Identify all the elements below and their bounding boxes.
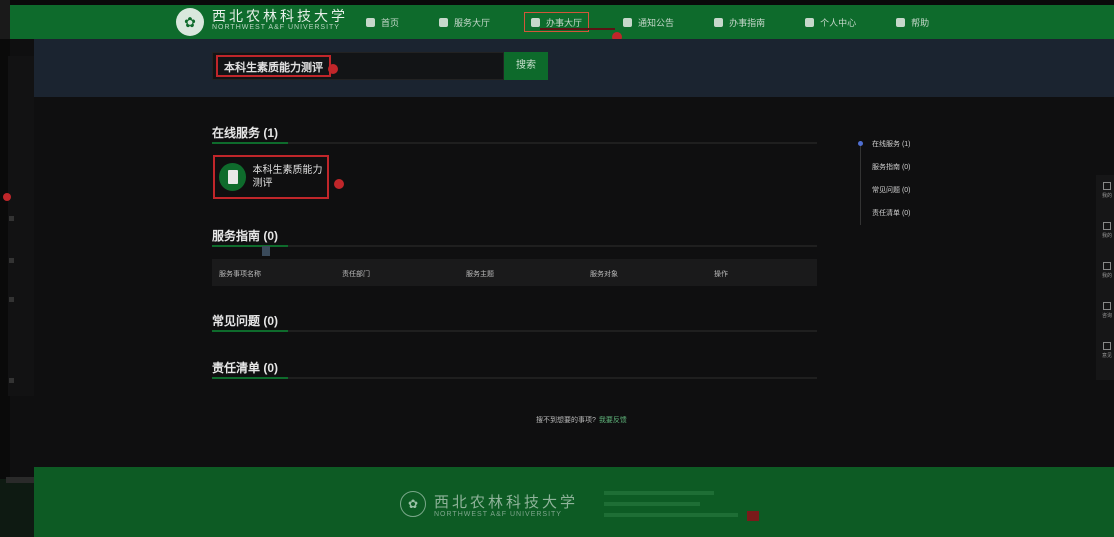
left-panel-dot xyxy=(9,258,14,263)
right-tool-label: 我的 xyxy=(1101,193,1112,199)
left-panel-dot xyxy=(9,297,14,302)
doc-icon xyxy=(531,17,541,27)
footer-info-line xyxy=(604,502,700,506)
right-tool-label: 咨询 xyxy=(1101,313,1112,319)
help-icon xyxy=(896,17,906,27)
nav-label: 办事大厅 xyxy=(546,17,583,28)
nav-help[interactable]: 帮助 xyxy=(890,12,935,32)
column-header: 操作 xyxy=(714,271,728,278)
nav-label: 办事指南 xyxy=(729,17,766,28)
nav-label: 服务大厅 xyxy=(454,17,491,28)
search-query[interactable]: 本科生素质能力测评 xyxy=(216,55,331,77)
nav-notices[interactable]: 通知公告 xyxy=(617,12,680,32)
left-panel-dot xyxy=(9,216,14,221)
police-badge-icon xyxy=(747,511,759,521)
column-header: 服务事项名称 xyxy=(219,271,261,278)
annotation-marker xyxy=(3,193,11,201)
left-side-panel xyxy=(8,56,34,396)
cursor-icon xyxy=(262,246,270,256)
toc-rail xyxy=(860,141,861,225)
section-faq: 常见问题 (0) xyxy=(212,312,817,332)
grid-icon xyxy=(439,17,449,27)
toc-item-guide[interactable]: 服务指南 (0) xyxy=(872,162,911,172)
footer-info-line xyxy=(604,513,738,517)
section-title: 常见问题 (0) xyxy=(212,314,279,328)
footer-left-strip xyxy=(0,479,34,537)
left-panel-dot xyxy=(9,378,14,383)
section-divider xyxy=(212,142,817,144)
section-title: 在线服务 (1) xyxy=(212,126,279,140)
toc-item-duty[interactable]: 责任清单 (0) xyxy=(872,208,911,218)
right-tool-label: 我的 xyxy=(1101,233,1112,239)
section-title: 责任清单 (0) xyxy=(212,361,279,375)
nav-label: 首页 xyxy=(381,17,400,28)
nav-service-hall[interactable]: 服务大厅 xyxy=(433,12,496,32)
column-header: 服务主题 xyxy=(466,271,494,278)
annotation-marker xyxy=(334,179,344,189)
book-icon xyxy=(714,17,724,27)
nav-label: 帮助 xyxy=(911,17,930,28)
star-icon xyxy=(1103,262,1111,270)
right-tool-item[interactable]: 我的 xyxy=(1100,262,1114,279)
right-tool-item[interactable]: 咨询 xyxy=(1100,302,1114,319)
list-icon xyxy=(1103,222,1111,230)
search-banner xyxy=(34,39,1114,97)
footer-left-bar xyxy=(6,477,34,483)
right-tool-item[interactable]: 我的 xyxy=(1100,222,1114,239)
column-header: 责任部门 xyxy=(342,271,370,278)
section-title: 服务指南 (0) xyxy=(212,229,279,243)
feedback-text: 搜不到想要的事项? xyxy=(536,417,596,424)
service-card[interactable]: 本科生素质能力测评 xyxy=(213,155,329,199)
bell-icon xyxy=(1103,182,1111,190)
search-button[interactable]: 搜索 xyxy=(504,52,548,80)
column-header: 服务对象 xyxy=(590,271,618,278)
home-icon xyxy=(366,17,375,27)
university-logo-icon[interactable]: ✿ xyxy=(176,8,204,36)
feedback-line: 搜不到想要的事项? 我要反馈 xyxy=(536,415,627,425)
user-icon xyxy=(805,17,815,27)
section-service-guide: 服务指南 (0) xyxy=(212,227,817,247)
section-duty-list: 责任清单 (0) xyxy=(212,359,817,379)
footer-university-name: 西北农林科技大学 xyxy=(434,493,579,511)
section-divider xyxy=(212,330,817,332)
nav-label: 个人中心 xyxy=(820,17,857,28)
nav-personal[interactable]: 个人中心 xyxy=(799,12,862,32)
footer-logo-icon: ✿ xyxy=(400,491,426,517)
section-divider xyxy=(212,377,817,379)
section-online-services: 在线服务 (1) xyxy=(212,124,817,144)
right-tool-item[interactable]: 我的 xyxy=(1100,182,1114,199)
right-tool-item[interactable]: 意见 xyxy=(1100,342,1114,359)
bell-icon xyxy=(623,17,633,27)
document-icon xyxy=(219,163,247,191)
annotation-underline xyxy=(540,28,615,30)
right-tool-label: 意见 xyxy=(1101,353,1112,359)
section-divider xyxy=(212,245,817,247)
nav-home[interactable]: 首页 xyxy=(360,12,405,32)
chat-icon xyxy=(1103,302,1111,310)
footer-university-name-en: NORTHWEST A&F UNIVERSITY xyxy=(434,511,562,518)
nav-guide[interactable]: 办事指南 xyxy=(708,12,771,32)
annotation-marker xyxy=(328,64,338,74)
top-left-strip xyxy=(0,0,10,39)
right-tool-label: 我的 xyxy=(1101,273,1112,279)
university-name-en: NORTHWEST A&F UNIVERSITY xyxy=(212,24,340,31)
service-card-label: 本科生素质能力测评 xyxy=(252,165,323,189)
table-header: 服务事项名称 责任部门 服务主题 服务对象 操作 xyxy=(212,259,817,286)
toc-item-online[interactable]: 在线服务 (1) xyxy=(872,139,911,149)
main-nav: 首页 服务大厅 办事大厅 通知公告 办事指南 个人中心 帮助 xyxy=(360,12,935,32)
nav-label: 通知公告 xyxy=(638,17,675,28)
university-name[interactable]: 西北农林科技大学 xyxy=(212,6,348,26)
toc-item-faq[interactable]: 常见问题 (0) xyxy=(872,185,911,195)
feedback-link[interactable]: 我要反馈 xyxy=(599,417,627,424)
footer-info-line xyxy=(604,491,714,495)
toc-active-dot xyxy=(858,141,863,146)
edit-icon xyxy=(1103,342,1111,350)
